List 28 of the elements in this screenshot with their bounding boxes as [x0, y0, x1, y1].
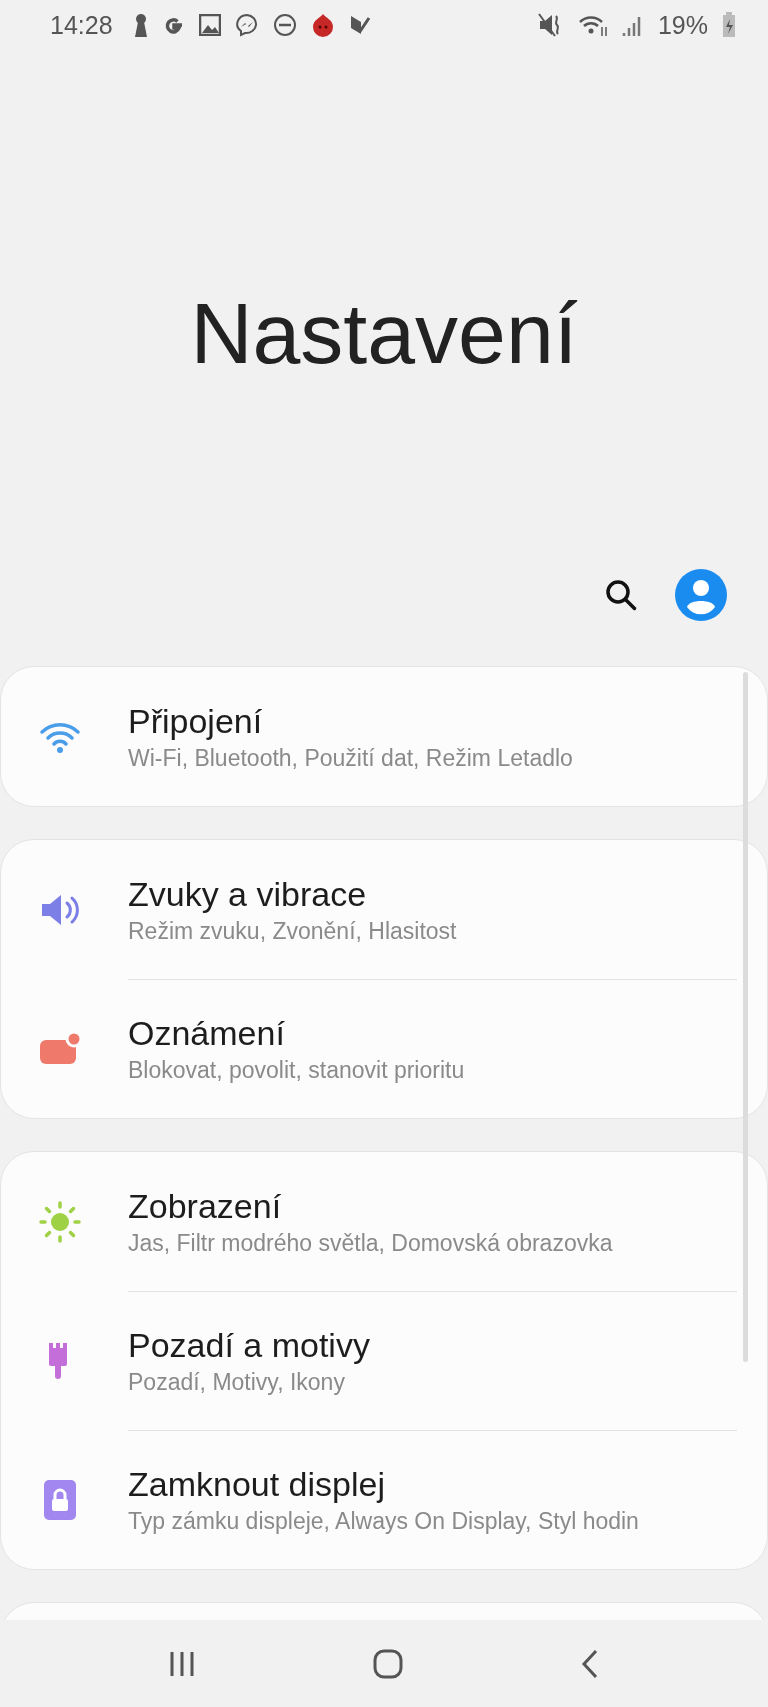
setting-title[interactable]: Zobrazení: [128, 1186, 707, 1226]
messenger-icon: [234, 13, 259, 37]
setting-title[interactable]: Zvuky a vibrace: [128, 874, 707, 914]
image-icon: [198, 14, 221, 36]
setting-title[interactable]: Zamknout displej: [128, 1465, 707, 1504]
home-button[interactable]: [373, 1648, 403, 1679]
status-time: 14:28: [50, 10, 113, 40]
recent-apps-button[interactable]: [168, 1649, 197, 1678]
battery-icon: [722, 12, 736, 38]
do-not-disturb-icon: [272, 13, 297, 37]
setting-title[interactable]: Pozadí a motivy: [128, 1326, 707, 1365]
setting-description: Pozadí, Motivy, Ikony: [128, 1369, 346, 1396]
setting-description: Wi-Fi, Bluetooth, Použití dat, Režim Letadlo: [128, 744, 574, 772]
setting-title[interactable]: Připojení: [128, 701, 707, 741]
setting-description: Typ zámku displeje, Always On Display, Styl hodin: [128, 1508, 640, 1535]
wifi-signal-icon: [577, 13, 608, 37]
page-title: Nastavení: [190, 284, 578, 383]
setting-title[interactable]: Oznámení: [128, 1014, 707, 1053]
battery-percentage: 19%: [657, 10, 708, 40]
setting-description: Režim zvuku, Zvonění, Hlasitost: [128, 917, 458, 945]
keyhole-icon: [132, 13, 149, 37]
setting-description: Blokovat, povolit, stanovit prioritu: [128, 1057, 466, 1084]
checkmark-app-icon: [348, 14, 371, 36]
back-button[interactable]: [579, 1648, 600, 1679]
account-avatar[interactable]: [675, 569, 727, 621]
setting-description: Jas, Filtr modrého světla, Domovská obrazovka: [128, 1229, 614, 1257]
flame-app-icon: [310, 13, 335, 37]
search-icon[interactable]: [605, 579, 637, 611]
